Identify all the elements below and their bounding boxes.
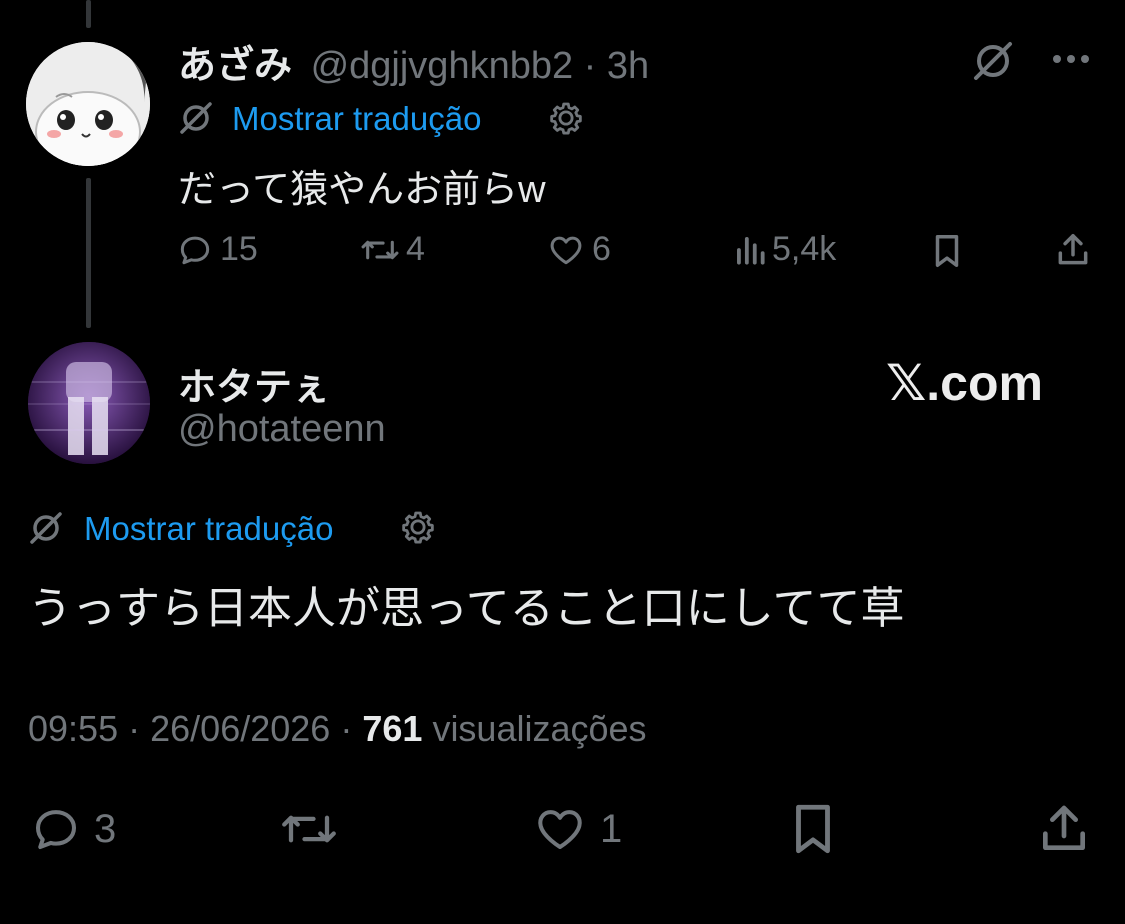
gear-icon[interactable] — [397, 506, 439, 548]
views-count: 5,4k — [772, 230, 837, 268]
repost-count: 4 — [406, 230, 425, 268]
repost-icon — [282, 815, 336, 843]
show-translation-link[interactable]: Mostrar tradução — [232, 100, 481, 138]
separator: · — [128, 708, 141, 749]
user-handle[interactable]: @hotateenn — [178, 408, 386, 451]
user-handle[interactable]: @dgjjvghknbb2 — [311, 45, 574, 87]
avatar[interactable] — [26, 42, 150, 166]
views-button[interactable]: 5,4k — [734, 230, 836, 269]
heart-icon — [550, 236, 582, 264]
repost-button[interactable] — [276, 802, 342, 856]
reply-button[interactable]: 15 — [176, 230, 258, 269]
like-button[interactable]: 1 — [530, 802, 622, 856]
reply-icon — [180, 236, 210, 264]
bookmark-icon — [935, 235, 959, 267]
views-count: 761 — [362, 708, 423, 749]
repost-icon — [361, 240, 399, 259]
tweet-header: あざみ @dgjjvghknbb2 · 3h — [178, 34, 649, 89]
reply-count: 3 — [94, 806, 117, 851]
show-translation-link[interactable]: Mostrar tradução — [84, 510, 333, 548]
tweet-meta: 09:55 · 26/06/2026 · 761 visualizações — [28, 708, 647, 750]
heart-icon — [538, 810, 582, 850]
tweet-date[interactable]: 26/06/2026 — [150, 708, 330, 749]
reply-count: 15 — [220, 230, 258, 268]
translate-icon — [178, 100, 214, 136]
display-name[interactable]: あざみ — [178, 45, 292, 87]
views-label: visualizações — [432, 708, 647, 749]
thread-line — [86, 178, 91, 328]
share-button[interactable] — [1036, 800, 1092, 858]
bookmark-button[interactable] — [788, 800, 838, 858]
translate-icon — [28, 510, 64, 546]
separator: · — [340, 708, 353, 749]
share-button[interactable] — [1054, 230, 1092, 270]
share-icon — [1058, 234, 1088, 265]
share-icon — [1043, 805, 1085, 850]
repost-button[interactable]: 4 — [360, 230, 425, 269]
views-icon — [737, 236, 765, 265]
tweet-time[interactable]: 3h — [607, 45, 649, 87]
more-options-icon[interactable] — [1050, 52, 1092, 66]
like-count: 1 — [600, 806, 623, 851]
bookmark-button[interactable] — [930, 232, 964, 270]
tweet-text: うっすら日本人が思ってること口にしてて草 — [28, 584, 905, 633]
tweet-text: だって猿やんお前らw — [178, 169, 546, 211]
thread-line-top — [86, 0, 91, 28]
like-button[interactable]: 6 — [546, 230, 611, 269]
tweet-time[interactable]: 09:55 — [28, 708, 118, 749]
like-count: 6 — [592, 230, 611, 268]
avatar[interactable] — [28, 342, 150, 464]
gear-icon[interactable] — [545, 97, 587, 139]
display-name[interactable]: ホタテぇ — [178, 356, 330, 411]
watermark: 𝕏.com — [886, 355, 1043, 411]
reply-icon — [35, 810, 77, 850]
bookmark-icon — [796, 804, 830, 854]
separator: · — [583, 45, 597, 87]
reply-button[interactable]: 3 — [28, 802, 116, 856]
grok-icon[interactable] — [970, 40, 1016, 82]
